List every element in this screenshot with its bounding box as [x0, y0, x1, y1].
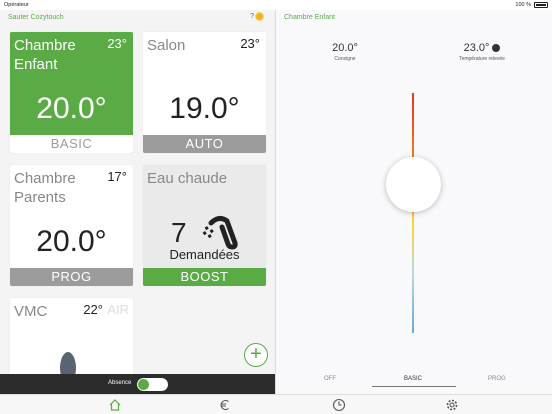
tile-mode: BOOST: [143, 268, 266, 286]
tile-salon[interactable]: Salon 23° 19.0° AUTO: [143, 32, 266, 153]
tile-chambre-parents[interactable]: Chambre Parents 17° 20.0° PROG: [10, 165, 133, 286]
left-header: Sauter Cozytouch ?: [0, 10, 275, 28]
boost-label: Demandées: [169, 247, 240, 262]
tile-setpoint: 20.0°: [36, 92, 107, 125]
tab-bar: [0, 394, 552, 414]
app-title: Sauter Cozytouch: [8, 14, 64, 21]
measured-label: Température relevée: [459, 56, 505, 62]
absence-bar: Absence: [0, 374, 275, 394]
mode-selector: OFF BASIC PROG: [276, 374, 552, 394]
help-icon[interactable]: ?: [250, 13, 254, 20]
euro-icon[interactable]: [218, 398, 232, 412]
add-button[interactable]: +: [244, 343, 268, 367]
absence-toggle[interactable]: [137, 378, 168, 391]
temperature-slider-knob[interactable]: [386, 157, 441, 212]
home-icon[interactable]: [108, 398, 122, 412]
carrier-label: Opérateur: [4, 2, 29, 8]
setpoint-label: Consigne: [334, 56, 356, 62]
measured-value: 23.0°: [463, 42, 490, 54]
mode-underline: [372, 386, 456, 387]
battery-percent: 100 %: [515, 2, 531, 8]
tile-temperature: 17°: [107, 169, 127, 184]
tile-mode: PROG: [10, 268, 133, 286]
right-panel: Chambre Enfant 20.0° Consigne 23.0° Temp…: [276, 10, 552, 394]
mode-basic[interactable]: BASIC: [404, 376, 422, 382]
mode-off[interactable]: OFF: [324, 376, 336, 382]
tile-chambre-enfant[interactable]: Chambre Enfant 23° 20.0° BASIC: [10, 32, 133, 153]
battery-icon: [534, 2, 548, 8]
gear-icon[interactable]: [445, 398, 459, 412]
tile-temperature: 23°: [240, 36, 260, 51]
setpoint-value: 20.0°: [332, 42, 358, 54]
help-weather[interactable]: ?: [250, 13, 263, 20]
absence-label: Absence: [108, 380, 132, 386]
air-label: AIR: [107, 302, 129, 317]
mode-prog[interactable]: PROG: [488, 376, 506, 382]
tile-temperature: 23°: [107, 36, 127, 51]
battery-indicator: 100 %: [515, 2, 548, 8]
toggle-knob: [138, 379, 149, 390]
status-dot-icon: [492, 44, 501, 53]
tile-eau-chaude[interactable]: Eau chaude 7 Demandées BOOST: [143, 165, 266, 286]
measured-reading: 23.0° Température relevée: [452, 42, 512, 62]
tile-name: Chambre Parents: [14, 170, 76, 206]
tile-name: Salon: [147, 37, 186, 54]
boost-count: 7: [171, 217, 187, 248]
detail-title: Chambre Enfant: [284, 14, 335, 21]
tile-setpoint: 19.0°: [169, 92, 240, 125]
setpoint-reading: 20.0° Consigne: [326, 42, 364, 62]
temperature-slider-track[interactable]: [412, 93, 414, 333]
tile-setpoint: 20.0°: [36, 225, 107, 258]
tile-mode: BASIC: [10, 135, 133, 153]
left-panel: Sauter Cozytouch ? Chambre Enfant 23° 20…: [0, 10, 275, 394]
tile-temperature: 22°: [83, 302, 103, 317]
clock-icon[interactable]: [332, 398, 346, 412]
tile-name: VMC: [14, 303, 48, 320]
status-bar: Opérateur 100 %: [0, 0, 552, 10]
tile-name: Eau chaude: [147, 170, 228, 187]
tile-mode: AUTO: [143, 135, 266, 153]
sun-icon: [256, 13, 263, 20]
tile-name: Chambre Enfant: [14, 37, 76, 73]
